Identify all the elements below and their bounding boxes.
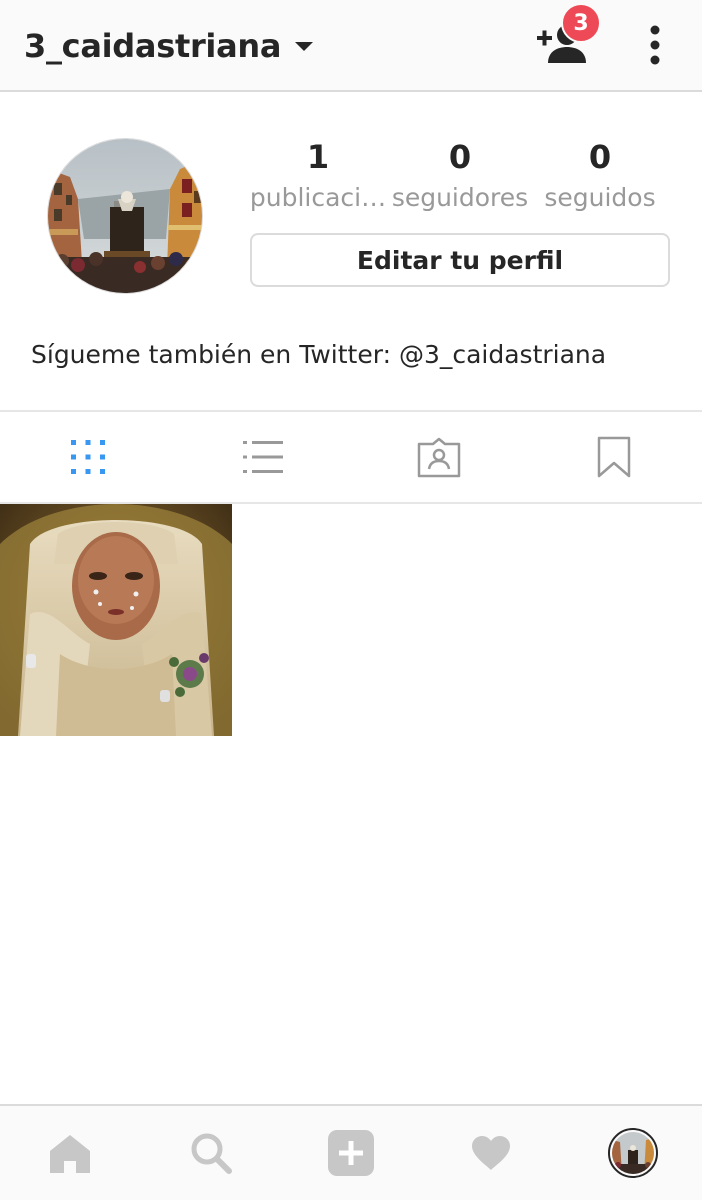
posts-count-label: publicaci… — [249, 183, 387, 212]
avatar-image-small — [611, 1132, 654, 1174]
nav-home[interactable] — [0, 1106, 140, 1200]
notification-badge: 3 — [561, 3, 601, 43]
post-image — [0, 504, 232, 736]
list-icon — [243, 441, 284, 473]
bottom-navigation — [0, 1104, 702, 1200]
avatar-image — [48, 139, 202, 293]
options-menu-button[interactable] — [634, 22, 676, 68]
profile-tabs — [0, 410, 702, 504]
tab-grid[interactable] — [0, 412, 176, 502]
profile-bio: Sígueme también en Twitter: @3_caidastri… — [31, 340, 607, 369]
bookmark-icon — [598, 436, 631, 478]
username-title: 3_caidastriana — [24, 27, 282, 65]
following-count-label: seguidos — [544, 183, 656, 212]
followers-count-value: 0 — [448, 138, 472, 176]
following-count[interactable]: 0 seguidos — [530, 136, 670, 218]
more-vertical-icon — [650, 25, 660, 65]
edit-profile-button[interactable]: Editar tu perfil — [250, 233, 670, 287]
profile-avatar[interactable] — [47, 138, 203, 294]
tab-saved[interactable] — [527, 412, 702, 502]
nav-search[interactable] — [140, 1106, 280, 1200]
followers-count-label: seguidores — [391, 183, 529, 212]
posts-count[interactable]: 1 publicaci… — [248, 136, 388, 218]
nav-profile[interactable] — [562, 1106, 702, 1200]
tab-tagged[interactable] — [351, 412, 527, 502]
nav-activity[interactable] — [421, 1106, 561, 1200]
top-bar: 3_caidastriana 3 — [0, 0, 702, 92]
grid-icon — [70, 440, 105, 474]
following-count-value: 0 — [588, 138, 612, 176]
nav-new-post[interactable] — [281, 1106, 421, 1200]
home-icon — [50, 1135, 91, 1173]
search-icon — [191, 1133, 232, 1174]
post-thumbnail[interactable] — [0, 504, 232, 736]
profile-avatar-small — [607, 1128, 658, 1178]
posts-count-value: 1 — [306, 138, 330, 176]
add-post-icon — [328, 1130, 375, 1176]
chevron-down-icon — [295, 41, 314, 51]
account-switcher[interactable]: 3_caidastriana — [24, 22, 314, 70]
followers-count[interactable]: 0 seguidores — [390, 136, 530, 218]
tab-list[interactable] — [176, 412, 352, 502]
heart-icon — [472, 1136, 511, 1170]
tagged-icon — [417, 437, 460, 478]
